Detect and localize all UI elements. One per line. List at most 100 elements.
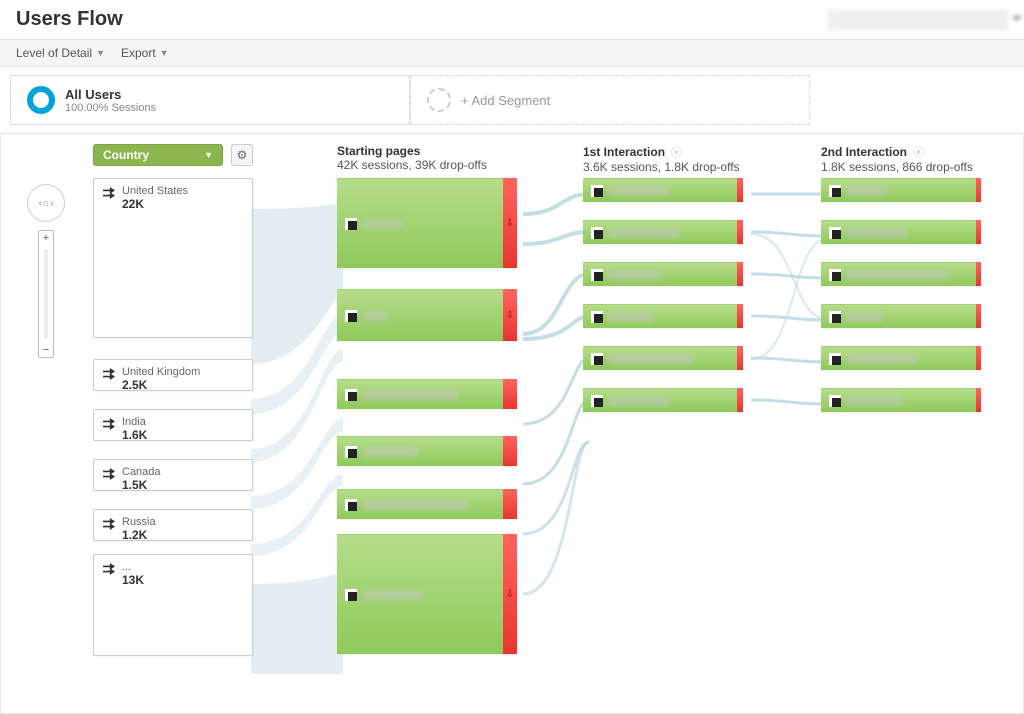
page-label-blur xyxy=(847,186,887,196)
source-node[interactable]: Canada 1.5K xyxy=(93,459,253,491)
chevron-left-icon: ‹ xyxy=(39,198,42,209)
dimension-select[interactable]: Country ▼ xyxy=(93,144,223,166)
page-node[interactable] xyxy=(337,379,517,409)
page-icon xyxy=(345,218,357,230)
source-node[interactable]: ... 13K xyxy=(93,554,253,656)
page-icon xyxy=(591,353,603,365)
page-icon xyxy=(829,395,841,407)
page-label-blur xyxy=(847,270,947,280)
segment-title: All Users xyxy=(65,87,156,102)
dimension-row: Country ▼ ⚙ xyxy=(93,144,253,166)
page-node[interactable] xyxy=(821,262,981,286)
page-node[interactable] xyxy=(583,346,743,370)
page-label-blur xyxy=(363,590,423,600)
add-segment-button[interactable]: + Add Segment xyxy=(410,75,810,125)
page-node[interactable]: ⇩ xyxy=(337,289,517,341)
source-label: United States xyxy=(102,185,244,197)
chevron-right-icon: › xyxy=(50,198,53,209)
page-node[interactable] xyxy=(821,388,981,412)
page-node[interactable] xyxy=(821,304,981,328)
page-icon xyxy=(829,227,841,239)
level-of-detail-dropdown[interactable]: Level of Detail ▼ xyxy=(16,46,105,60)
add-segment-label: + Add Segment xyxy=(461,93,550,108)
page-node[interactable] xyxy=(583,388,743,412)
zoom-in-button[interactable]: + xyxy=(39,231,53,245)
column-sub: 3.6K sessions, 1.8K drop-offs xyxy=(583,160,740,174)
account-selector[interactable] xyxy=(828,10,1008,30)
page-icon xyxy=(829,311,841,323)
page-label-blur xyxy=(609,228,679,238)
source-node[interactable]: United Kingdom 2.5K xyxy=(93,359,253,391)
page-icon xyxy=(591,227,603,239)
page-node[interactable] xyxy=(337,489,517,519)
dropoff-icon: ⇩ xyxy=(506,218,514,229)
page-label-blur xyxy=(609,396,669,406)
zoom-control: + − xyxy=(38,230,54,358)
column-title: 1st Interaction xyxy=(583,145,665,159)
source-label: Canada xyxy=(102,466,244,478)
page-icon xyxy=(345,589,357,601)
page-label-blur xyxy=(363,500,468,510)
page-node[interactable]: ⇩ xyxy=(337,178,517,268)
source-node[interactable]: India 1.6K xyxy=(93,409,253,441)
page-icon xyxy=(345,389,357,401)
flow-arrow-icon xyxy=(102,468,116,480)
page-node[interactable] xyxy=(821,178,981,202)
page-icon xyxy=(591,395,603,407)
page-label-blur xyxy=(363,390,458,400)
page-label-blur xyxy=(847,312,882,322)
page-icon xyxy=(591,311,603,323)
source-node[interactable]: Russia 1.2K xyxy=(93,509,253,541)
page-node[interactable] xyxy=(583,304,743,328)
caret-down-icon: ▼ xyxy=(204,150,213,160)
page-node[interactable] xyxy=(583,220,743,244)
page-label-blur xyxy=(609,186,669,196)
flow-canvas[interactable]: ‹ ⌂ › + − Country ▼ ⚙ Starting pages 42K… xyxy=(0,134,1024,714)
export-label: Export xyxy=(121,46,156,60)
page-icon xyxy=(591,269,603,281)
remove-column-icon[interactable]: ⓧ xyxy=(913,147,924,159)
source-label: United Kingdom xyxy=(102,366,244,378)
segment-card-all-users[interactable]: All Users 100.00% Sessions xyxy=(10,75,410,125)
page-node[interactable] xyxy=(821,346,981,370)
source-node[interactable]: United States 22K xyxy=(93,178,253,338)
source-value: 13K xyxy=(102,573,244,587)
page-label-blur xyxy=(847,228,907,238)
dropoff-icon: ⇩ xyxy=(506,589,514,600)
flow-arrow-icon xyxy=(102,368,116,380)
flow-arrow-icon xyxy=(102,187,116,199)
dimension-label: Country xyxy=(103,148,149,162)
gear-button[interactable]: ⚙ xyxy=(231,144,253,166)
source-value: 1.2K xyxy=(102,528,244,542)
page-icon xyxy=(591,185,603,197)
page-label-blur xyxy=(609,354,694,364)
column-header-int1: 1st Interaction ⓧ 3.6K sessions, 1.8K dro… xyxy=(583,144,740,174)
segment-text: All Users 100.00% Sessions xyxy=(65,87,156,114)
zoom-out-button[interactable]: − xyxy=(39,343,53,357)
page-icon xyxy=(345,446,357,458)
nav-controls: ‹ ⌂ › + − xyxy=(27,184,65,358)
column-header-starting: Starting pages 42K sessions, 39K drop-of… xyxy=(337,144,487,172)
page-node[interactable] xyxy=(583,262,743,286)
source-value: 1.6K xyxy=(102,428,244,442)
donut-icon xyxy=(27,86,55,114)
page-label-blur xyxy=(609,312,654,322)
flow-arrow-icon xyxy=(102,563,116,575)
page-node[interactable]: ⇩ xyxy=(337,534,517,654)
export-dropdown[interactable]: Export ▼ xyxy=(121,46,169,60)
home-button[interactable]: ‹ ⌂ › xyxy=(27,184,65,222)
dropoff-icon: ⇩ xyxy=(506,310,514,321)
page-label-blur xyxy=(847,396,902,406)
caret-down-icon: ▼ xyxy=(160,48,169,58)
page-icon xyxy=(345,499,357,511)
caret-down-icon: ▼ xyxy=(96,48,105,58)
source-label: India xyxy=(102,416,244,428)
toolbar: Level of Detail ▼ Export ▼ xyxy=(0,40,1024,67)
page-node[interactable] xyxy=(583,178,743,202)
page-icon xyxy=(829,185,841,197)
page-node[interactable] xyxy=(821,220,981,244)
page-node[interactable] xyxy=(337,436,517,466)
column-sub: 42K sessions, 39K drop-offs xyxy=(337,158,487,172)
remove-column-icon[interactable]: ⓧ xyxy=(671,147,682,159)
zoom-slider[interactable] xyxy=(44,249,48,339)
